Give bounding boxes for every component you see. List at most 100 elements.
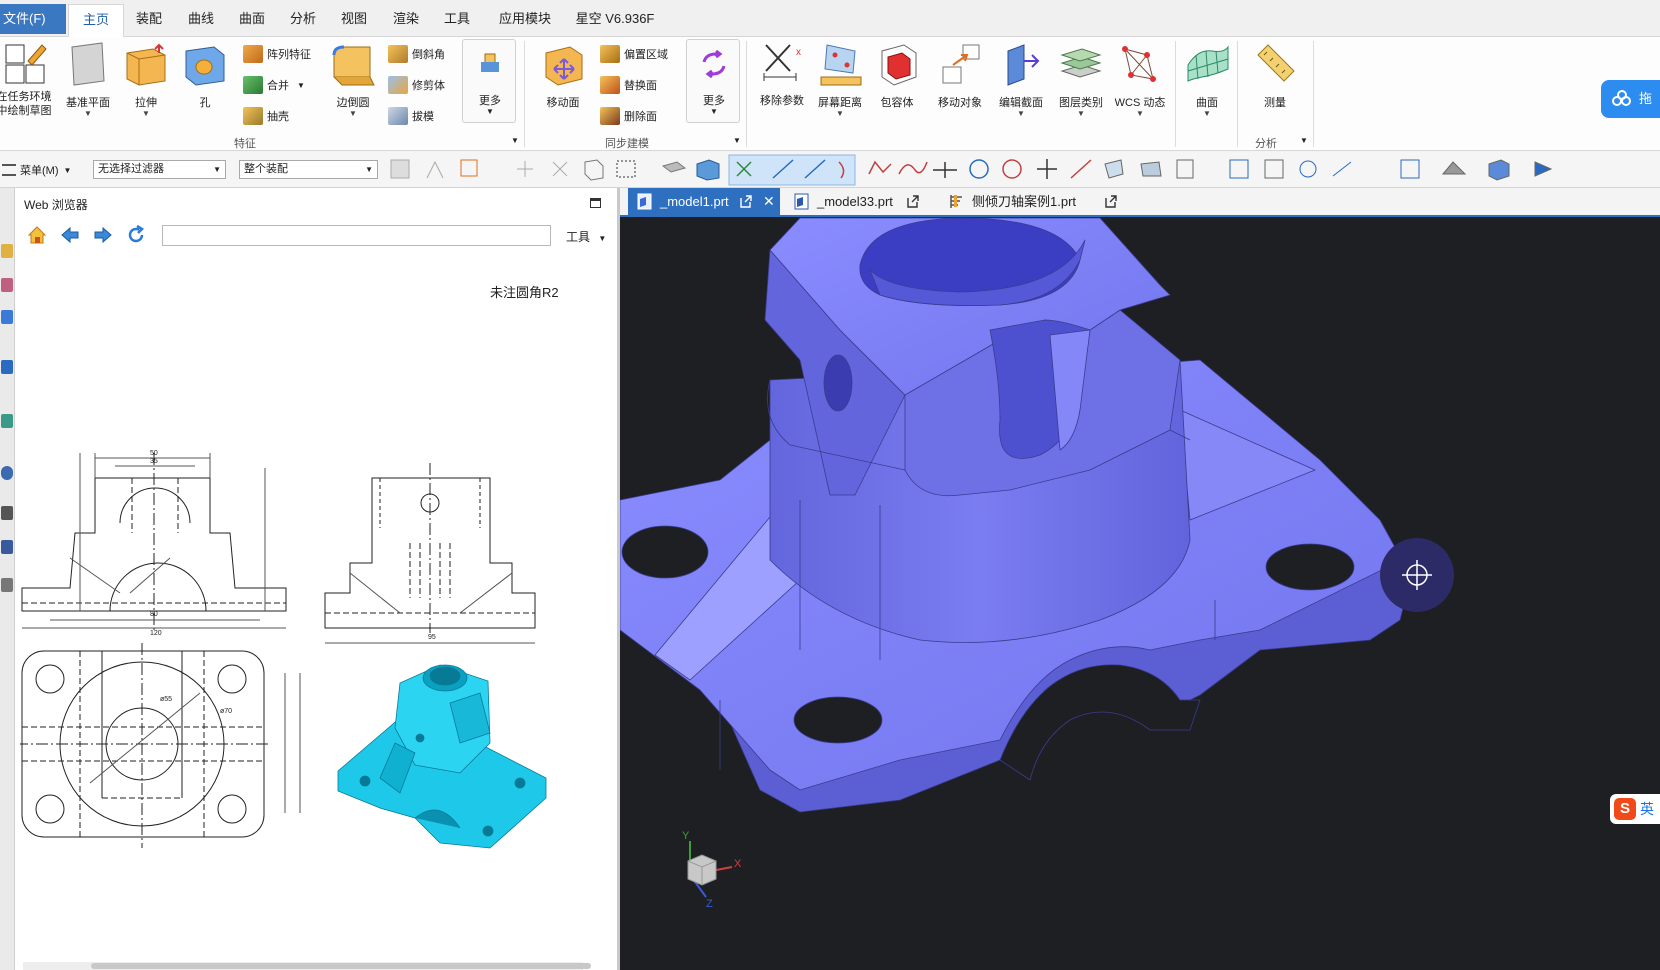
- forward-arrow-icon[interactable]: [92, 224, 114, 246]
- move-object-button[interactable]: 移动对象: [930, 41, 990, 110]
- extrude-button[interactable]: 拉伸 ▼: [121, 41, 171, 118]
- sketch-task-env-button[interactable]: 在任务环境中绘制草图: [0, 41, 56, 118]
- tab-surface[interactable]: 曲面: [229, 4, 275, 37]
- isometric-preview: [337, 664, 547, 849]
- edit-section-button[interactable]: 编辑截面 ▼: [991, 41, 1051, 118]
- part-navigator-icon[interactable]: [1, 310, 13, 324]
- popout-icon[interactable]: [740, 195, 752, 208]
- bounding-body-button[interactable]: 包容体: [870, 41, 924, 110]
- pan-icon: [1332, 161, 1352, 177]
- snap-center-icon: [969, 159, 989, 179]
- doc-tab-tilt-tool-axis[interactable]: 侧倾刀轴案例1.prt: [940, 188, 1120, 215]
- tab-curve[interactable]: 曲线: [178, 4, 224, 37]
- horizontal-scrollbar[interactable]: [23, 962, 591, 970]
- maximize-icon[interactable]: [590, 198, 601, 208]
- tab-version[interactable]: 星空 V6.936F: [570, 4, 660, 37]
- remove-params-icon: x: [763, 44, 801, 81]
- close-icon[interactable]: ✕: [763, 188, 775, 215]
- system-materials-icon[interactable]: [1, 506, 13, 520]
- tab-tools[interactable]: 工具: [434, 4, 480, 37]
- menu-button[interactable]: 菜单(M) ▼: [2, 162, 71, 178]
- scrollbar-thumb[interactable]: [91, 963, 591, 969]
- datum-plane-icon: [71, 42, 105, 86]
- front-view: 50 35 120 80: [21, 450, 287, 637]
- chamfer-icon: [388, 45, 408, 63]
- history-icon[interactable]: [1, 466, 13, 480]
- tools-menu[interactable]: 工具 ▼: [566, 228, 606, 245]
- selection-scope-dropdown[interactable]: 整个装配 ▼: [239, 160, 378, 179]
- sync-group-expand-icon[interactable]: ▼: [733, 136, 741, 145]
- snap-toolbar-icons: [390, 154, 1553, 186]
- replace-face-button[interactable]: 替换面: [600, 74, 657, 96]
- fit-icon: [1400, 159, 1420, 179]
- measure-button[interactable]: 测量: [1250, 41, 1300, 110]
- edge-blend-button[interactable]: 边倒圆 ▼: [328, 41, 378, 118]
- unite-button[interactable]: 合并 ▼: [243, 74, 305, 96]
- snap-spline-icon: [898, 161, 928, 175]
- surface-button[interactable]: 曲面 ▼: [1182, 41, 1232, 118]
- offset-region-button[interactable]: 偏置区域: [600, 43, 668, 65]
- wcs-dynamic-button[interactable]: WCS 动态 ▼: [1110, 41, 1170, 118]
- tab-assembly[interactable]: 装配: [126, 4, 172, 37]
- pattern-feature-button[interactable]: 阵列特征: [243, 43, 311, 65]
- shell-button[interactable]: 抽壳: [243, 105, 289, 127]
- doc-tab-label: _model33.prt: [817, 194, 893, 209]
- tape-measure-icon: [1257, 44, 1295, 82]
- ime-indicator[interactable]: S 英: [1610, 794, 1660, 824]
- tab-home[interactable]: 主页: [68, 4, 124, 37]
- back-arrow-icon[interactable]: [59, 224, 81, 246]
- popout-icon[interactable]: [907, 195, 919, 208]
- delete-face-icon: [600, 107, 620, 125]
- cloud-sync-button[interactable]: 拖: [1601, 80, 1660, 118]
- extrude-label: 拉伸: [135, 97, 157, 109]
- draft-button[interactable]: 拔模: [388, 105, 434, 127]
- assembly-navigator-icon[interactable]: [1, 244, 13, 258]
- doc-tab-model1[interactable]: _model1.prt ✕: [628, 188, 780, 215]
- reuse-library-icon[interactable]: [1, 360, 13, 374]
- process-studio-icon[interactable]: [1, 540, 13, 554]
- remove-params-button[interactable]: x 移除参数: [752, 41, 812, 108]
- datum-plane-button[interactable]: 基准平面 ▼: [63, 41, 113, 118]
- analysis-group-expand-icon[interactable]: ▼: [1300, 136, 1308, 145]
- layer-category-label: 图层类别: [1059, 97, 1103, 109]
- trim-body-icon: [388, 76, 408, 94]
- more-sync-button[interactable]: 更多 ▼: [686, 39, 740, 123]
- web-browser-icon[interactable]: [1, 414, 13, 428]
- trim-body-button[interactable]: 修剪体: [388, 74, 445, 96]
- roles-icon[interactable]: [1, 578, 13, 592]
- move-face-button[interactable]: 移动面: [536, 41, 590, 110]
- base-hole-front: [793, 696, 883, 744]
- hole-button[interactable]: 孔: [180, 41, 230, 110]
- extrude-icon: [126, 43, 166, 86]
- move-face-icon: [545, 46, 583, 86]
- delete-face-button[interactable]: 删除面: [600, 105, 657, 127]
- delete-face-label: 删除面: [624, 111, 657, 123]
- more-feature-button[interactable]: 更多 ▼: [462, 39, 516, 123]
- resource-bar: [0, 188, 15, 970]
- constraint-navigator-icon[interactable]: [1, 278, 13, 292]
- chevron-down-icon: ▼: [63, 165, 72, 175]
- popout-icon[interactable]: [1105, 195, 1117, 208]
- selection-filter-dropdown[interactable]: 无选择过滤器 ▼: [93, 160, 226, 179]
- tab-analysis[interactable]: 分析: [280, 4, 326, 37]
- tab-application[interactable]: 应用模块: [489, 4, 561, 37]
- base-hole-left: [621, 525, 709, 579]
- refresh-icon[interactable]: [125, 224, 147, 246]
- ribbon-separator: [746, 41, 747, 147]
- surface-point-icon: [1140, 161, 1162, 177]
- file-menu[interactable]: 文件(F): [0, 4, 66, 34]
- feature-group-expand-icon[interactable]: ▼: [511, 136, 519, 145]
- part-model[interactable]: [620, 217, 1660, 970]
- chamfer-button[interactable]: 倒斜角: [388, 43, 445, 65]
- remove-params-label: 移除参数: [760, 95, 804, 107]
- chevron-down-icon: ▼: [365, 165, 373, 174]
- screen-distance-button[interactable]: 屏幕距离 ▼: [810, 41, 870, 118]
- graphics-viewport[interactable]: Y X Z: [620, 217, 1660, 970]
- tab-view[interactable]: 视图: [331, 4, 377, 37]
- doc-tab-model33[interactable]: _model33.prt: [785, 188, 937, 215]
- home-icon[interactable]: [26, 224, 48, 246]
- url-input[interactable]: [162, 225, 551, 246]
- layer-category-button[interactable]: 图层类别 ▼: [1051, 41, 1111, 118]
- move-face-label: 移动面: [546, 97, 580, 109]
- tab-render[interactable]: 渲染: [383, 4, 429, 37]
